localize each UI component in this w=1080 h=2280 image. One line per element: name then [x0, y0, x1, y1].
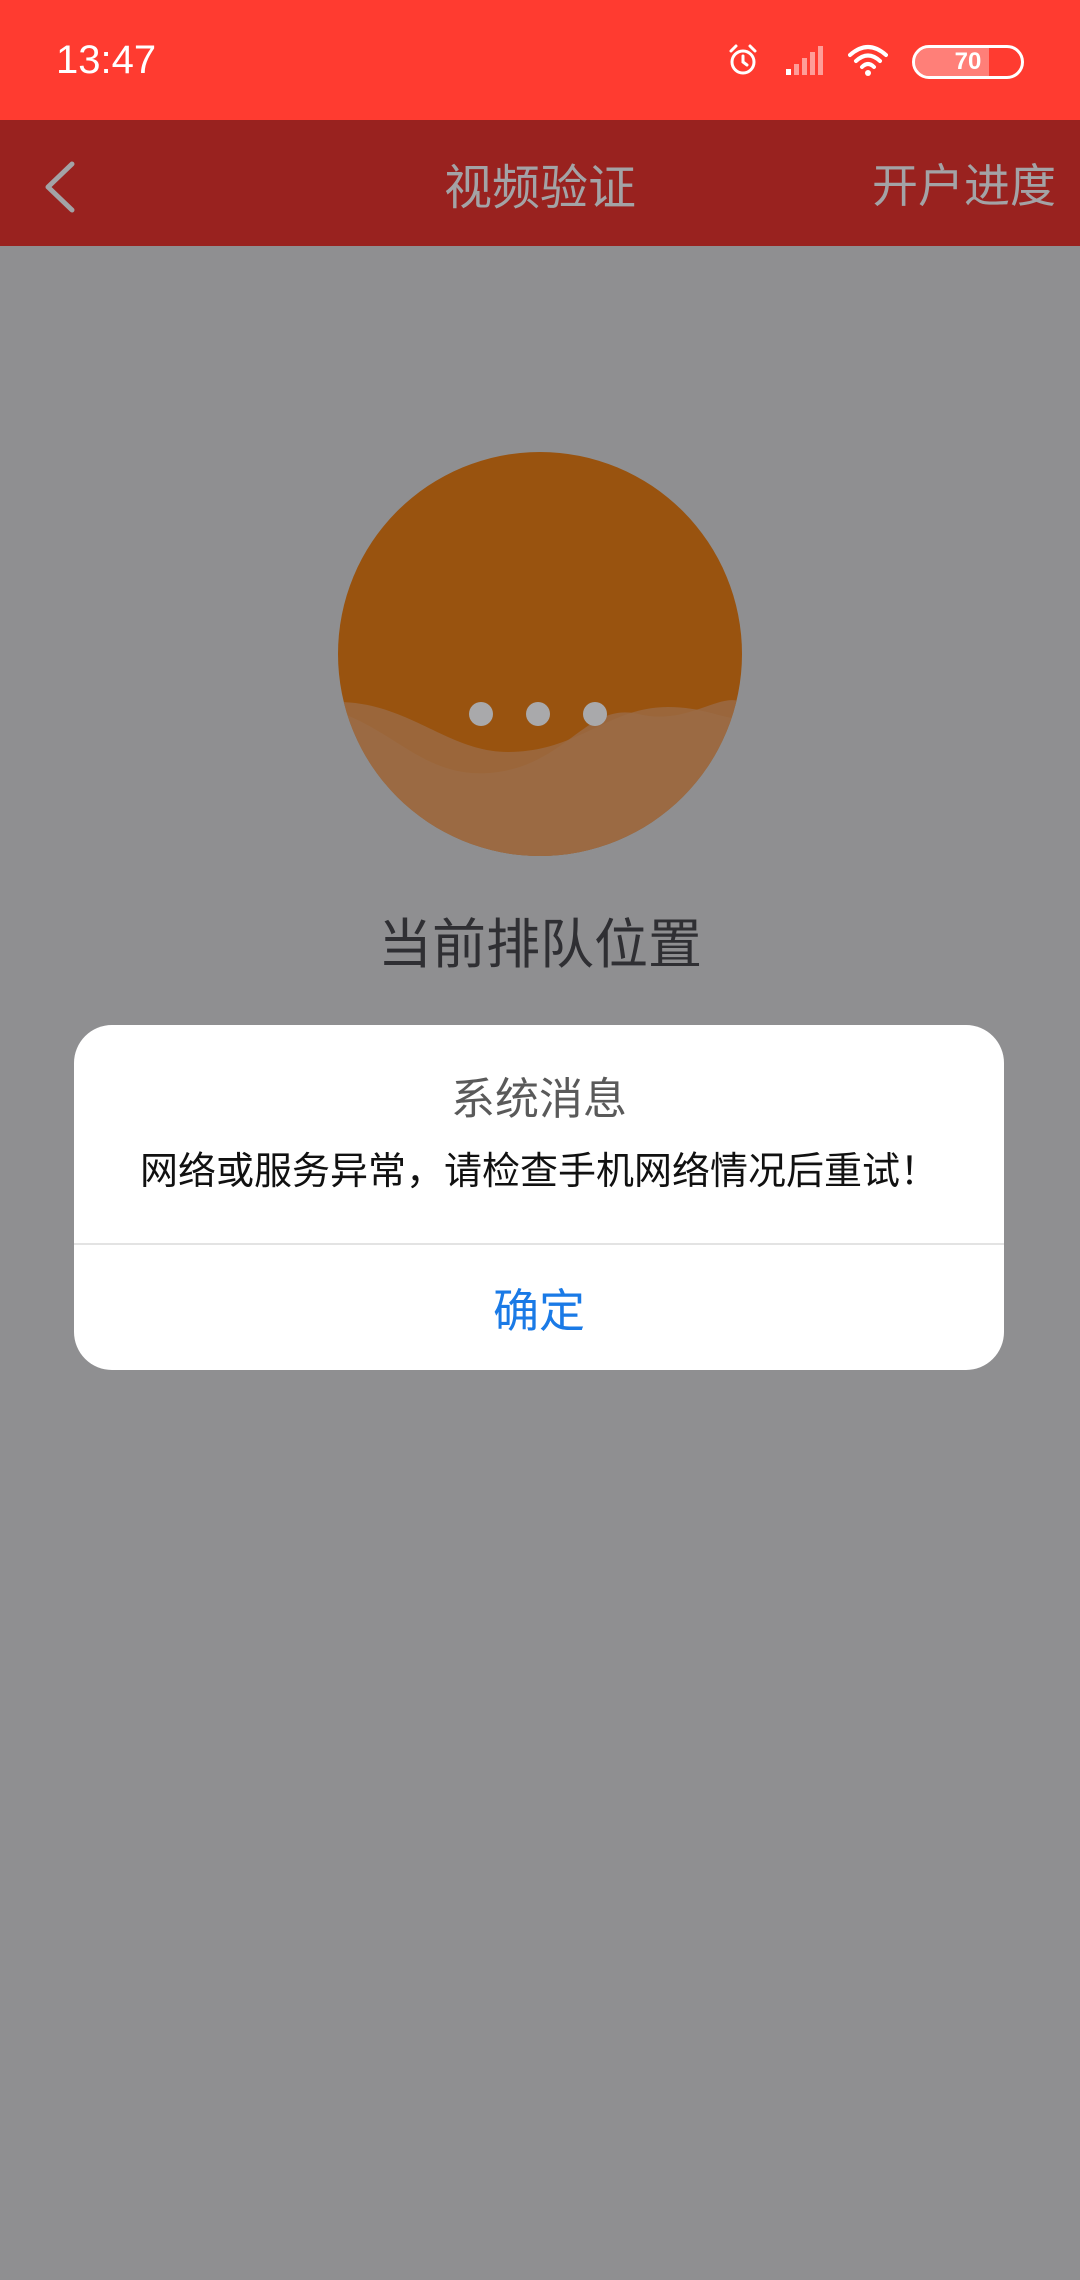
status-icons: 70	[726, 38, 1024, 86]
battery-icon: 70	[912, 45, 1024, 79]
status-time: 13:47	[56, 38, 157, 82]
dialog-message: 网络或服务异常，请检查手机网络情况后重试！	[139, 1149, 938, 1193]
system-message-dialog: 系统消息 网络或服务异常，请检查手机网络情况后重试！ 确定	[74, 1025, 1004, 1370]
queue-position-label: 当前排队位置	[378, 913, 702, 976]
alarm-icon	[726, 43, 760, 81]
cellular-signal-icon	[784, 43, 824, 81]
status-bar: 13:47 70	[0, 0, 1080, 120]
confirm-button[interactable]: 确定	[74, 1245, 1004, 1370]
battery-level: 70	[954, 48, 982, 75]
nav-bar: 视频验证 开户进度	[0, 120, 1080, 246]
queue-waiting-animation	[338, 452, 742, 856]
dialog-title: 系统消息	[451, 1074, 627, 1125]
account-progress-button[interactable]: 开户进度	[872, 120, 1056, 246]
wifi-icon	[848, 43, 888, 81]
